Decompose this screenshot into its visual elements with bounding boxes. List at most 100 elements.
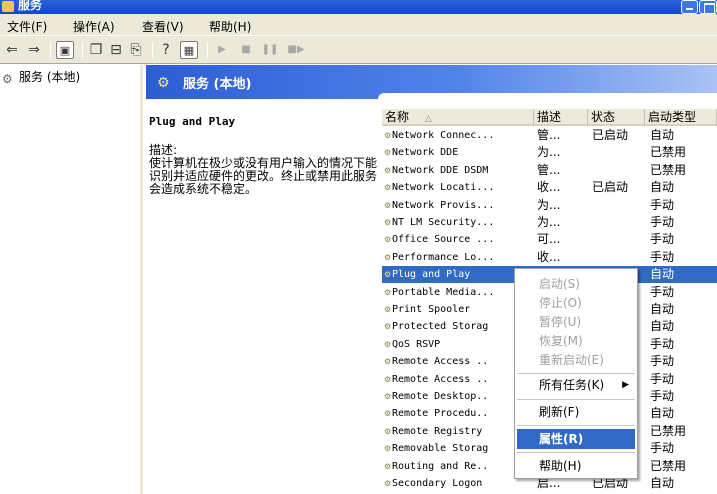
service-gear-icon: ⚙ bbox=[384, 322, 392, 332]
service-name: Network Locati... bbox=[392, 182, 495, 194]
menu-item-properties[interactable]: 属性(R) bbox=[517, 429, 635, 449]
column-header-description[interactable]: 描述 bbox=[534, 109, 588, 126]
table-row[interactable]: ⚙Network Connec... 管... 已启动 自动 bbox=[382, 127, 717, 144]
service-startup-type-cell: 手动 bbox=[650, 354, 675, 369]
table-row[interactable]: ⚙Network DDE 为... 已禁用 bbox=[382, 144, 717, 161]
service-startup-type-cell: 自动 bbox=[650, 476, 675, 490]
pause-icon[interactable]: ❚❚ bbox=[260, 41, 280, 59]
selected-service-name: Plug and Play bbox=[149, 115, 236, 128]
service-description-cell: 为... bbox=[537, 215, 561, 229]
extended-view-tab bbox=[378, 93, 717, 107]
service-startup-type-cell: 手动 bbox=[650, 232, 675, 247]
service-name-cell: ⚙NT LM Security... bbox=[384, 214, 512, 231]
service-name: Office Source ... bbox=[392, 234, 495, 246]
column-status-label: 状态 bbox=[591, 110, 616, 124]
title-bar: 服务 bbox=[0, 0, 717, 14]
table-row[interactable]: ⚙Network DDE DSDM 管... 已禁用 bbox=[382, 162, 717, 179]
menu-item-all-tasks[interactable]: 所有任务(K) ▶ bbox=[517, 375, 635, 395]
service-gear-icon: ⚙ bbox=[384, 339, 392, 349]
toolbar: ⇐ ⇒ ▣ ❐ ⊟ ⎘ ? ▦ ▶ ■ ❚❚ ■▶ bbox=[0, 36, 717, 64]
service-name: Routing and Re.. bbox=[392, 460, 489, 472]
menu-file[interactable]: 文件(F) bbox=[7, 18, 47, 35]
service-startup-type-cell: 已禁用 bbox=[650, 145, 687, 160]
forward-icon[interactable]: ⇒ bbox=[26, 41, 42, 59]
service-name: Performance Lo... bbox=[392, 251, 495, 263]
service-status-cell: 已启动 bbox=[592, 128, 629, 142]
gears-icon: ⚙ bbox=[157, 75, 170, 91]
show-hide-icon[interactable]: ▣ bbox=[56, 41, 74, 59]
service-name-cell: ⚙Office Source ... bbox=[384, 231, 512, 248]
service-description-cell: 可... bbox=[537, 232, 561, 247]
column-startup-label: 启动类型 bbox=[648, 110, 697, 124]
back-icon[interactable]: ⇐ bbox=[4, 41, 20, 59]
service-gear-icon: ⚙ bbox=[384, 479, 392, 488]
service-name-cell: ⚙Secondary Logon bbox=[384, 475, 512, 492]
toolbar-separator bbox=[207, 42, 208, 58]
service-status-cell: 已启动 bbox=[592, 180, 629, 195]
service-name-cell: ⚙Network Provis... bbox=[384, 197, 512, 214]
tree-node-services-local[interactable]: ⚙ 服务 (本地) bbox=[2, 68, 80, 85]
menu-item-stop[interactable]: 停止(O) bbox=[517, 293, 635, 313]
menu-bar: 文件(F) 操作(A) 查看(V) 帮助(H) bbox=[0, 14, 717, 36]
column-header-startup-type[interactable]: 启动类型 bbox=[645, 109, 717, 126]
service-name: QoS RSVP bbox=[392, 338, 441, 350]
service-name: Remote Access .. bbox=[392, 373, 489, 385]
restart-icon[interactable]: ■▶ bbox=[285, 41, 307, 59]
service-description-cell: 为... bbox=[537, 145, 561, 160]
up-level-icon[interactable]: ❐ bbox=[87, 41, 105, 59]
column-desc-label: 描述 bbox=[537, 110, 562, 124]
service-description-cell: 为... bbox=[537, 197, 561, 212]
table-row[interactable]: ⚙Network Locati... 收... 已启动 自动 bbox=[382, 179, 717, 196]
service-description-cell: 收... bbox=[537, 249, 561, 264]
services-app-icon bbox=[2, 1, 14, 12]
table-row[interactable]: ⚙Network Provis... 为... 手动 bbox=[382, 197, 717, 214]
context-menu: 启动(S) 停止(O) 暂停(U) 恢复(M) 重新启动(E) 所有任务(K) ▶… bbox=[514, 268, 638, 479]
menu-help[interactable]: 帮助(H) bbox=[209, 18, 251, 35]
service-startup-type-cell: 自动 bbox=[650, 302, 675, 316]
service-gear-icon: ⚙ bbox=[384, 252, 392, 262]
service-name-cell: ⚙Protected Storag bbox=[384, 318, 512, 335]
menu-item-start[interactable]: 启动(S) bbox=[517, 274, 635, 294]
refresh-icon[interactable]: ▦ bbox=[180, 41, 198, 59]
menu-item-help[interactable]: 帮助(H) bbox=[517, 456, 635, 476]
start-icon[interactable]: ▶ bbox=[212, 41, 232, 59]
gears-icon: ⚙ bbox=[2, 72, 13, 86]
maximize-button[interactable] bbox=[699, 0, 717, 14]
table-row[interactable]: ⚙Office Source ... 可... 手动 bbox=[382, 231, 717, 248]
menu-action[interactable]: 操作(A) bbox=[73, 18, 115, 35]
service-name: Network Provis... bbox=[392, 199, 495, 211]
service-name: Secondary Logon bbox=[392, 478, 483, 489]
service-name: Network DDE DSDM bbox=[392, 164, 489, 176]
service-gear-icon: ⚙ bbox=[384, 392, 392, 401]
service-name: Print Spooler bbox=[392, 304, 471, 315]
console-tree: ⚙ 服务 (本地) bbox=[0, 65, 143, 494]
column-header-status[interactable]: 状态 bbox=[588, 109, 645, 126]
service-gear-icon: ⚙ bbox=[384, 461, 392, 471]
table-row[interactable]: ⚙Performance Lo... 收... 手动 bbox=[382, 249, 717, 266]
all-tasks-label: 所有任务(K) bbox=[539, 378, 605, 392]
export-list-icon[interactable]: ⎘ bbox=[127, 41, 145, 59]
description-text: 使计算机在极少或没有用户输入的情况下能识别并适应硬件的更改。终止或禁用此服务会造… bbox=[149, 156, 378, 196]
menu-item-refresh[interactable]: 刷新(F) bbox=[517, 402, 635, 422]
service-name: Remote Registry bbox=[392, 425, 483, 437]
menu-item-restart[interactable]: 重新启动(E) bbox=[517, 350, 635, 370]
column-header-name[interactable]: 名称 △ bbox=[382, 109, 534, 126]
menu-item-pause[interactable]: 暂停(U) bbox=[517, 312, 635, 332]
service-name: Network DDE bbox=[392, 147, 459, 159]
menu-item-resume[interactable]: 恢复(M) bbox=[517, 331, 635, 351]
service-gear-icon: ⚙ bbox=[384, 374, 392, 384]
service-startup-type-cell: 自动 bbox=[650, 406, 675, 421]
menu-view[interactable]: 查看(V) bbox=[142, 18, 184, 35]
service-name-cell: ⚙Remote Access .. bbox=[384, 371, 512, 388]
menu-separator bbox=[517, 452, 635, 453]
service-gear-icon: ⚙ bbox=[384, 287, 392, 297]
table-row[interactable]: ⚙NT LM Security... 为... 手动 bbox=[382, 214, 717, 231]
properties-icon[interactable]: ⊟ bbox=[107, 41, 125, 59]
minimize-button[interactable] bbox=[681, 0, 698, 14]
stop-icon[interactable]: ■ bbox=[236, 41, 256, 59]
service-name: Remote Procedu.. bbox=[392, 408, 489, 420]
service-gear-icon: ⚙ bbox=[384, 426, 392, 436]
service-name-cell: ⚙QoS RSVP bbox=[384, 336, 512, 353]
help-icon[interactable]: ? bbox=[157, 41, 175, 59]
service-name: NT LM Security... bbox=[392, 217, 495, 228]
